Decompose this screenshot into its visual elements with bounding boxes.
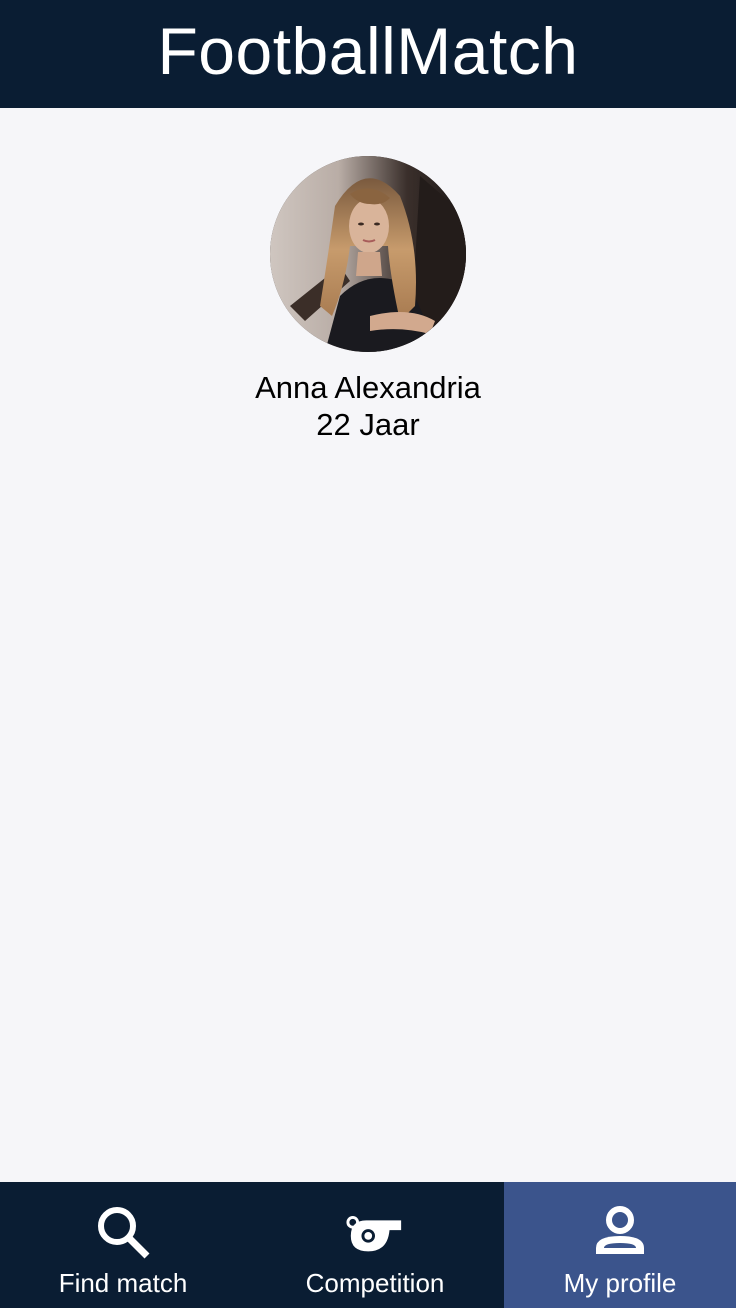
nav-competition[interactable]: Competition	[246, 1182, 504, 1308]
nav-label-my-profile: My profile	[563, 1268, 677, 1298]
nav-find-match[interactable]: Find match	[0, 1182, 246, 1308]
search-icon	[93, 1202, 153, 1262]
person-icon	[590, 1202, 650, 1262]
avatar-photo	[270, 156, 466, 352]
whistle-icon	[345, 1202, 405, 1262]
app-root: FootballMatch Anna Alexandria 22 Jaar Fi…	[0, 0, 736, 1308]
profile-content: Anna Alexandria 22 Jaar	[0, 108, 736, 1182]
nav-my-profile[interactable]: My profile	[504, 1182, 736, 1308]
bottom-nav: Find match Competition My profile	[0, 1182, 736, 1308]
avatar	[270, 156, 466, 352]
nav-label-competition: Competition	[305, 1268, 445, 1298]
profile-name: Anna Alexandria	[255, 370, 481, 405]
app-title: FootballMatch	[157, 14, 579, 88]
nav-label-find-match: Find match	[58, 1268, 188, 1298]
app-header: FootballMatch	[0, 0, 736, 108]
profile-age: 22 Jaar	[316, 407, 420, 442]
